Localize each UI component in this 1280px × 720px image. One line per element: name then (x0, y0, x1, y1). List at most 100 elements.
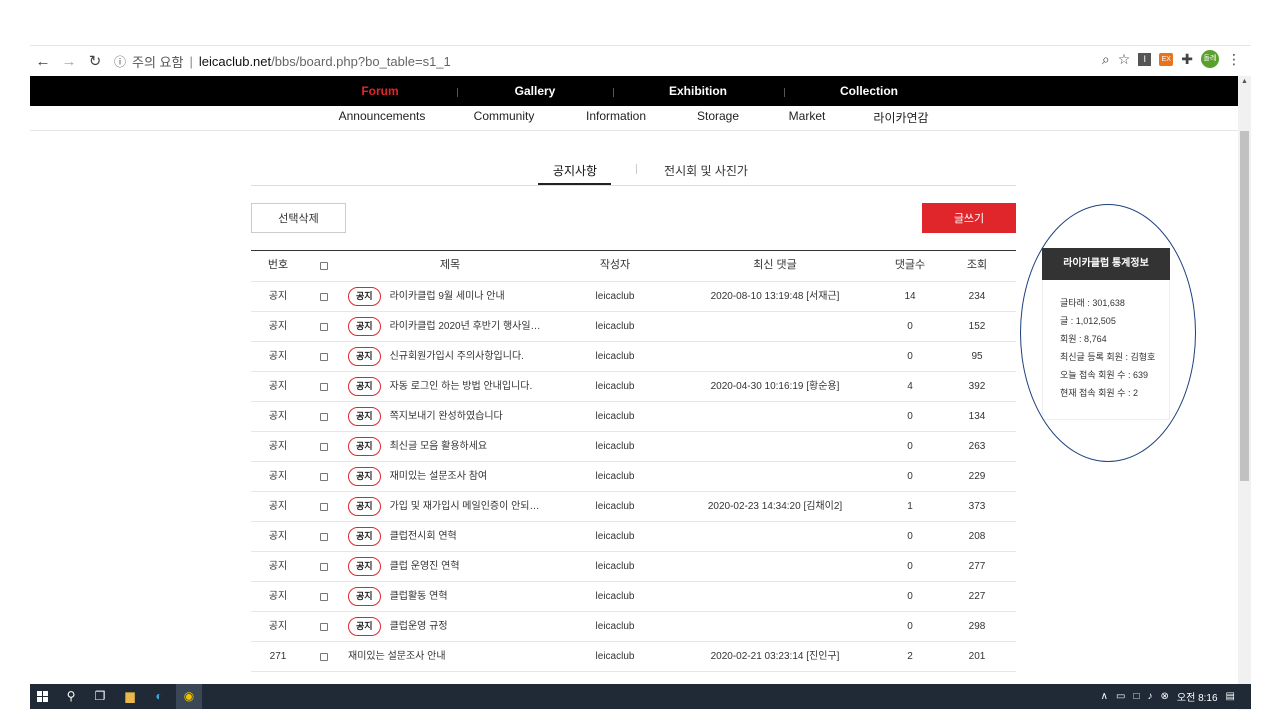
table-row[interactable]: 공지 공지 클럽 운영진 연혁 leicaclub 0 277 (251, 552, 1016, 582)
post-writer[interactable]: leicaclub (596, 432, 635, 461)
row-checkbox[interactable] (320, 593, 328, 601)
tray-chevron-icon[interactable]: ∧ (1101, 691, 1108, 702)
table-row[interactable]: 공지 공지 클럽운영 규정 leicaclub 0 298 (251, 612, 1016, 642)
post-title-cell[interactable]: 공지 쪽지보내기 완성하였습니다 (348, 402, 503, 431)
table-row[interactable]: 공지 공지 클럽활동 연혁 leicaclub 0 227 (251, 582, 1016, 612)
extension-ex-icon[interactable]: EX (1159, 52, 1174, 66)
profile-avatar[interactable]: 돌레 (1201, 50, 1219, 68)
row-checkbox[interactable] (320, 533, 328, 541)
forward-icon[interactable]: → (56, 53, 82, 70)
scrollbar-thumb[interactable] (1240, 131, 1249, 481)
table-row[interactable]: 공지 공지 라이카클럽 9월 세미나 안내 leicaclub 2020-08-10 1… (251, 282, 1016, 312)
post-title-cell[interactable]: 재미있는 설문조사 안내 (348, 642, 446, 671)
close-circle-icon[interactable]: ⊗ (1161, 691, 1169, 702)
post-writer[interactable]: leicaclub (596, 612, 635, 641)
row-checkbox[interactable] (320, 563, 328, 571)
notification-icon[interactable]: ▤ (1226, 691, 1235, 702)
url-field[interactable]: ⓘ 주의 요함 | leicaclub.net/bbs/board.php?bo… (114, 50, 451, 72)
post-title[interactable]: 클럽 운영진 연혁 (390, 552, 460, 581)
row-checkbox[interactable] (320, 443, 328, 451)
battery-icon[interactable]: ▭ (1116, 691, 1125, 702)
table-row[interactable]: 공지 공지 클럽전시회 연혁 leicaclub 0 208 (251, 522, 1016, 552)
post-title[interactable]: 가입 및 재가입시 메일인증이 안되… (390, 492, 540, 521)
table-row[interactable]: 공지 공지 최신글 모음 활용하세요 leicaclub 0 263 (251, 432, 1016, 462)
scroll-up-icon[interactable]: ▲ (1238, 78, 1251, 85)
file-explorer-icon[interactable]: ▆ (118, 687, 142, 706)
post-writer[interactable]: leicaclub (596, 282, 635, 311)
post-title-cell[interactable]: 공지 클럽 운영진 연혁 (348, 552, 460, 581)
post-writer[interactable]: leicaclub (596, 492, 635, 521)
post-title[interactable]: 최신글 모음 활용하세요 (390, 432, 488, 461)
post-title[interactable]: 재미있는 설문조사 참여 (390, 462, 488, 491)
network-icon[interactable]: □ (1133, 691, 1139, 702)
subnav-information[interactable]: Information (586, 109, 646, 123)
post-title-cell[interactable]: 공지 클럽활동 연혁 (348, 582, 448, 611)
row-checkbox[interactable] (320, 653, 328, 661)
post-title[interactable]: 라이카클럽 2020년 후반기 행사일… (390, 312, 541, 341)
subnav-leica-yearbook[interactable]: 라이카연감 (873, 109, 928, 126)
table-row[interactable]: 공지 공지 가입 및 재가입시 메일인증이 안되… leicaclub 2020-02-… (251, 492, 1016, 522)
subnav-announcements[interactable]: Announcements (339, 109, 426, 123)
nav-collection[interactable]: Collection (840, 76, 898, 106)
row-checkbox[interactable] (320, 413, 328, 421)
row-checkbox[interactable] (320, 353, 328, 361)
post-title-cell[interactable]: 공지 재미있는 설문조사 참여 (348, 462, 487, 491)
subnav-market[interactable]: Market (789, 109, 826, 123)
table-row[interactable]: 공지 공지 자동 로그인 하는 방법 안내입니다. leicaclub 2020-04-… (251, 372, 1016, 402)
post-writer[interactable]: leicaclub (596, 642, 635, 671)
nav-exhibition[interactable]: Exhibition (669, 76, 727, 106)
post-title[interactable]: 클럽전시회 연혁 (390, 522, 457, 551)
menu-dots-icon[interactable]: ⋮ (1227, 51, 1241, 68)
post-writer[interactable]: leicaclub (596, 462, 635, 491)
post-title-cell[interactable]: 공지 라이카클럽 9월 세미나 안내 (348, 282, 505, 311)
row-checkbox[interactable] (320, 383, 328, 391)
info-icon[interactable]: ⓘ (114, 53, 126, 70)
back-icon[interactable]: ← (30, 53, 56, 70)
tab-notices[interactable]: 공지사항 (553, 162, 597, 179)
table-row[interactable]: 공지 공지 라이카클럽 2020년 후반기 행사일… leicaclub 0 152 (251, 312, 1016, 342)
post-title[interactable]: 재미있는 설문조사 안내 (348, 642, 446, 671)
post-writer[interactable]: leicaclub (596, 582, 635, 611)
post-writer[interactable]: leicaclub (596, 312, 635, 341)
search-icon[interactable]: ⚲ (59, 687, 83, 706)
subnav-storage[interactable]: Storage (697, 109, 739, 123)
post-title-cell[interactable]: 공지 라이카클럽 2020년 후반기 행사일… (348, 312, 541, 341)
post-title[interactable]: 클럽활동 연혁 (390, 582, 448, 611)
zoom-icon[interactable]: ⌕ (1102, 51, 1110, 68)
table-row[interactable]: 공지 공지 쪽지보내기 완성하였습니다 leicaclub 0 134 (251, 402, 1016, 432)
post-title[interactable]: 자동 로그인 하는 방법 안내입니다. (390, 372, 533, 401)
post-writer[interactable]: leicaclub (596, 372, 635, 401)
row-checkbox[interactable] (320, 623, 328, 631)
edge-browser-icon[interactable]: ◐ (147, 687, 171, 706)
post-title-cell[interactable]: 공지 클럽전시회 연혁 (348, 522, 457, 551)
chrome-icon[interactable]: ◉ (177, 687, 201, 706)
post-title-cell[interactable]: 공지 신규회원가입시 주의사항입니다. (348, 342, 524, 371)
post-title[interactable]: 라이카클럽 9월 세미나 안내 (390, 282, 505, 311)
extension-icon[interactable]: I (1138, 52, 1152, 66)
clock-time[interactable]: 오전 8:16 (1177, 689, 1218, 704)
table-row[interactable]: 공지 공지 재미있는 설문조사 참여 leicaclub 0 229 (251, 462, 1016, 492)
table-row[interactable]: 공지 공지 신규회원가입시 주의사항입니다. leicaclub 0 95 (251, 342, 1016, 372)
row-checkbox[interactable] (320, 293, 328, 301)
post-writer[interactable]: leicaclub (596, 522, 635, 551)
subnav-community[interactable]: Community (474, 109, 535, 123)
post-writer[interactable]: leicaclub (596, 342, 635, 371)
bookmark-star-icon[interactable]: ☆ (1118, 51, 1131, 68)
post-title-cell[interactable]: 공지 최신글 모음 활용하세요 (348, 432, 487, 461)
post-title-cell[interactable]: 공지 클럽운영 규정 (348, 612, 448, 641)
delete-selected-button[interactable]: 선택삭제 (251, 203, 346, 233)
post-writer[interactable]: leicaclub (596, 402, 635, 431)
tab-exhibitions[interactable]: 전시회 및 사진가 (664, 162, 748, 179)
table-row[interactable]: 271 재미있는 설문조사 안내 leicaclub 2020-02-21 03:23… (251, 642, 1016, 672)
post-title-cell[interactable]: 공지 자동 로그인 하는 방법 안내입니다. (348, 372, 532, 401)
page-scrollbar[interactable]: ▲ ▼ (1238, 76, 1251, 710)
write-button[interactable]: 글쓰기 (922, 203, 1016, 233)
nav-forum[interactable]: Forum (361, 76, 398, 106)
reload-icon[interactable]: ↻ (82, 52, 108, 70)
post-title[interactable]: 신규회원가입시 주의사항입니다. (390, 342, 524, 371)
select-all-checkbox[interactable] (320, 262, 328, 270)
post-title[interactable]: 쪽지보내기 완성하였습니다 (390, 402, 503, 431)
extensions-puzzle-icon[interactable]: ✚ (1181, 51, 1193, 68)
row-checkbox[interactable] (320, 503, 328, 511)
nav-gallery[interactable]: Gallery (515, 76, 556, 106)
